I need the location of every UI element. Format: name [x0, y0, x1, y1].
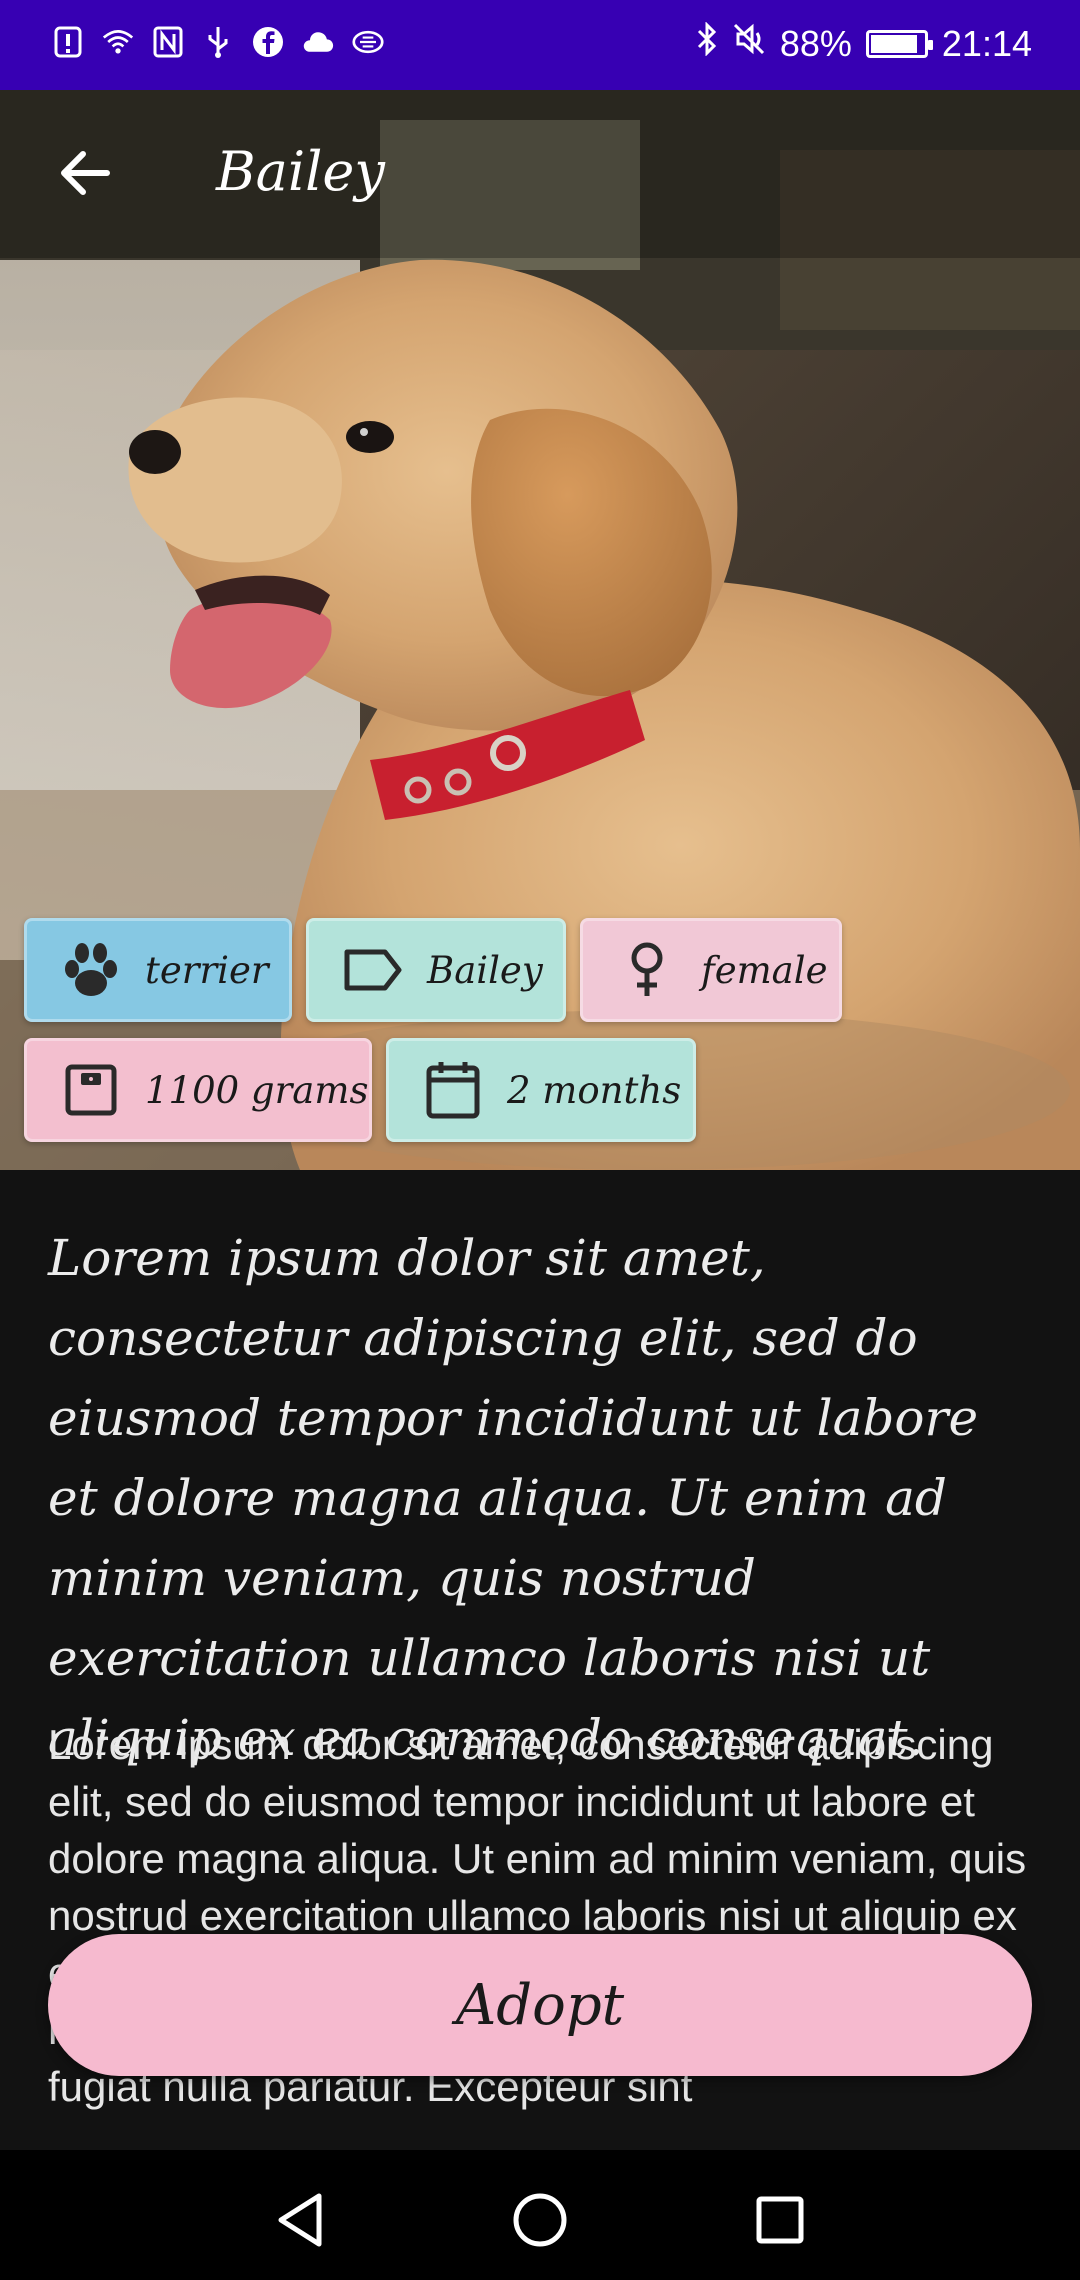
usb-icon: [202, 24, 234, 60]
nfc-icon: [152, 24, 184, 60]
status-bar: 88% 21:14: [0, 0, 1080, 90]
alert-icon: [52, 24, 84, 60]
adopt-button[interactable]: Adopt: [48, 1934, 1032, 2076]
wifi-icon: [102, 24, 134, 60]
arrow-left-icon: [61, 151, 110, 195]
battery-icon: [865, 29, 933, 58]
female-icon: [617, 940, 677, 1000]
nav-home-button[interactable]: [500, 2180, 580, 2260]
status-notifications: [52, 24, 384, 60]
battery-fill: [870, 34, 917, 53]
chip-weight-label: 1100 grams: [145, 1068, 369, 1112]
chip-age-label: 2 months: [507, 1068, 682, 1112]
app-bar: Bailey: [0, 90, 1080, 258]
chip-gender: female: [580, 918, 842, 1022]
chip-name: Bailey: [306, 918, 566, 1022]
tag-icon: [343, 940, 403, 1000]
chip-name-label: Bailey: [427, 948, 543, 992]
recents-square-icon: [756, 2196, 804, 2244]
bluetooth-icon: [696, 21, 718, 65]
nav-back-button[interactable]: [260, 2180, 340, 2260]
system-nav-bar: [0, 2150, 1080, 2280]
page-title: Bailey: [216, 140, 385, 203]
back-button[interactable]: [40, 128, 130, 218]
message-icon: [352, 24, 384, 60]
adopt-button-label: Adopt: [455, 1972, 625, 2038]
battery-percent: 88%: [779, 22, 852, 64]
back-triangle-icon: [278, 2193, 322, 2247]
home-circle-icon: [513, 2193, 567, 2247]
chip-breed-label: terrier: [145, 948, 269, 992]
nav-recents-button[interactable]: [740, 2180, 820, 2260]
chip-age: 2 months: [386, 1038, 696, 1142]
clock: 21:14: [941, 22, 1032, 64]
facebook-icon: [252, 24, 284, 60]
calendar-icon: [423, 1060, 483, 1120]
chip-breed: terrier: [24, 918, 292, 1022]
mute-icon: [732, 22, 766, 65]
description-title: Lorem ipsum dolor sit amet, consectetur …: [48, 1229, 979, 1767]
chip-weight: 1100 grams: [24, 1038, 372, 1142]
paw-icon: [61, 940, 121, 1000]
chip-gender-label: female: [701, 948, 828, 992]
scale-icon: [61, 1060, 121, 1120]
cloud-icon: [302, 24, 334, 60]
status-system: 88% 21:14: [696, 21, 1032, 65]
